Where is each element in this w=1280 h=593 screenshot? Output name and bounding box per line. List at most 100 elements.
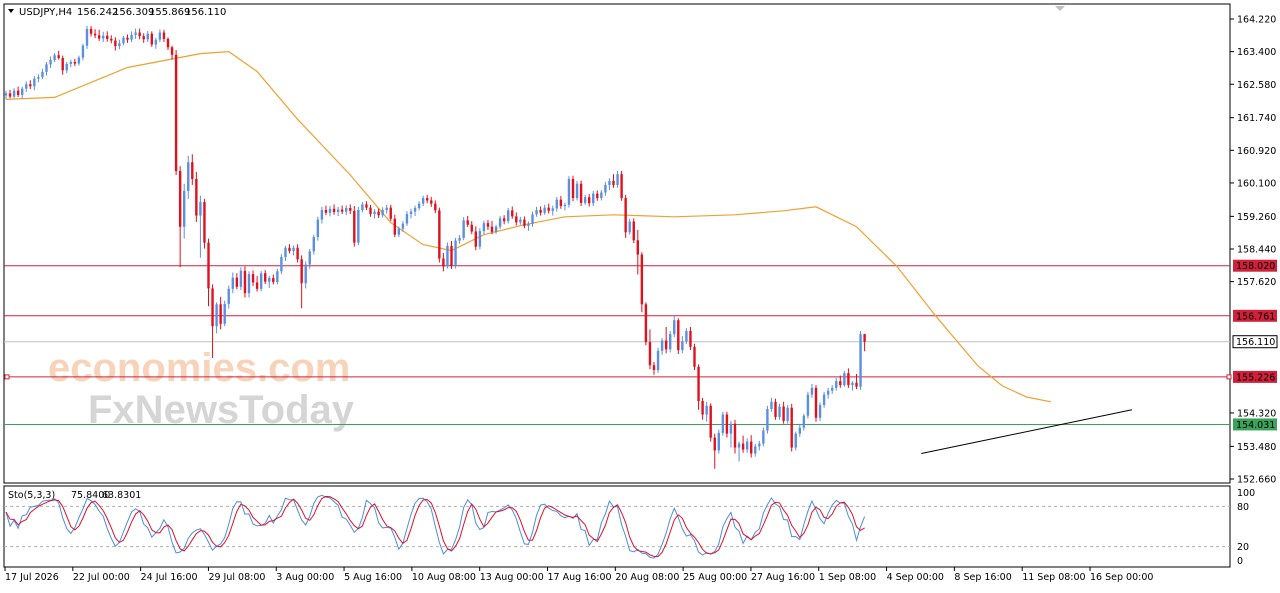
candle-body (97, 35, 101, 39)
candle-body (474, 231, 477, 247)
candle-body (705, 405, 708, 415)
candle-body (178, 171, 182, 227)
candle-body (373, 211, 376, 214)
candle-body (507, 210, 510, 222)
candle-body (316, 219, 320, 238)
candle-body (693, 346, 696, 367)
candle-body (304, 264, 307, 284)
candle-body (859, 334, 862, 387)
candle-body (863, 334, 866, 342)
y-tick-label: 152.660 (1237, 475, 1276, 486)
candle-body (571, 178, 575, 199)
candle-body (588, 197, 591, 204)
candle-body (284, 247, 287, 257)
candle-body (93, 33, 97, 36)
candle-body (689, 330, 692, 347)
candle-body (511, 210, 514, 217)
candle-body (535, 210, 538, 215)
candle-body (340, 209, 344, 212)
candle-body (369, 207, 372, 214)
candle-body (365, 204, 368, 208)
candle-body (620, 174, 623, 199)
oscillator-scale-max: 100 (1237, 488, 1255, 499)
candle-body (458, 237, 461, 241)
candle-body (482, 223, 486, 232)
x-tick-label: 16 Sep 00:00 (1090, 572, 1153, 583)
close-value: 156.110 (185, 7, 226, 18)
candle-body (81, 45, 85, 58)
candle-body (426, 198, 429, 201)
candle-body (547, 207, 550, 211)
candle-body (713, 437, 716, 451)
candle-body (498, 218, 502, 227)
oscillator-signal-value: 63.8301 (102, 490, 141, 501)
candle-body (381, 210, 384, 216)
candle-body (405, 213, 409, 224)
candle-body (413, 208, 417, 212)
candle-body (134, 32, 137, 35)
candle-body (462, 220, 465, 238)
candle-body (417, 203, 421, 209)
x-tick-label: 10 Aug 08:00 (412, 572, 476, 583)
x-tick-label: 20 Aug 08:00 (615, 572, 679, 583)
candle-body (660, 340, 664, 351)
candle-body (539, 210, 542, 213)
candle-body (336, 209, 340, 212)
candle-body (8, 93, 12, 97)
candle-body (786, 407, 789, 421)
candle-body (701, 401, 704, 415)
candle-body (114, 40, 117, 47)
candle-body (478, 231, 482, 247)
candle-body (65, 63, 68, 71)
y-tick-label: 157.620 (1237, 277, 1276, 288)
candle-body (85, 28, 89, 46)
candle-body (628, 221, 631, 233)
x-tick-label: 3 Aug 00:00 (276, 572, 334, 583)
candle-body (774, 401, 777, 417)
candle-body (174, 54, 178, 172)
candle-body (264, 273, 267, 282)
chart-background (0, 0, 1280, 589)
candle-body (579, 183, 583, 203)
candle-body (814, 387, 818, 418)
candle-body (33, 78, 36, 87)
candle-body (227, 288, 230, 304)
candle-body (745, 441, 749, 450)
candle-body (673, 320, 676, 335)
candle-body (187, 162, 190, 191)
y-tick-label: 162.580 (1237, 80, 1276, 91)
candle-body (154, 39, 158, 45)
candle-body (466, 220, 469, 225)
candle-body (397, 228, 401, 235)
candle-body (681, 341, 684, 351)
x-tick-label: 4 Sep 00:00 (887, 572, 944, 583)
candle-body (790, 407, 793, 448)
candle-body (851, 382, 854, 386)
level-tag-label: 154.031 (1236, 420, 1275, 431)
candle-body (575, 183, 579, 199)
candle-body (839, 381, 842, 386)
candle-body (61, 57, 64, 71)
candle-body (640, 254, 644, 305)
x-tick-label: 5 Aug 16:00 (344, 572, 402, 583)
candle-body (835, 381, 838, 388)
candle-body (818, 404, 822, 418)
candle-body (207, 242, 210, 289)
candle-body (822, 394, 826, 405)
candle-body (300, 259, 303, 284)
candle-body (389, 207, 392, 219)
candle-body (847, 373, 850, 386)
candle-body (69, 61, 72, 64)
candle-body (810, 387, 814, 395)
candle-body (608, 180, 611, 185)
level-tag-label: 158.020 (1236, 261, 1275, 272)
x-tick-label: 13 Aug 00:00 (480, 572, 544, 583)
candle-body (118, 43, 121, 47)
candle-body (353, 210, 356, 243)
candle-body (717, 432, 720, 451)
y-tick-label: 163.400 (1237, 47, 1276, 58)
candle-body (470, 224, 473, 232)
level-anchor-right (1226, 374, 1232, 380)
candle-body (57, 55, 60, 58)
candle-body (235, 277, 239, 287)
